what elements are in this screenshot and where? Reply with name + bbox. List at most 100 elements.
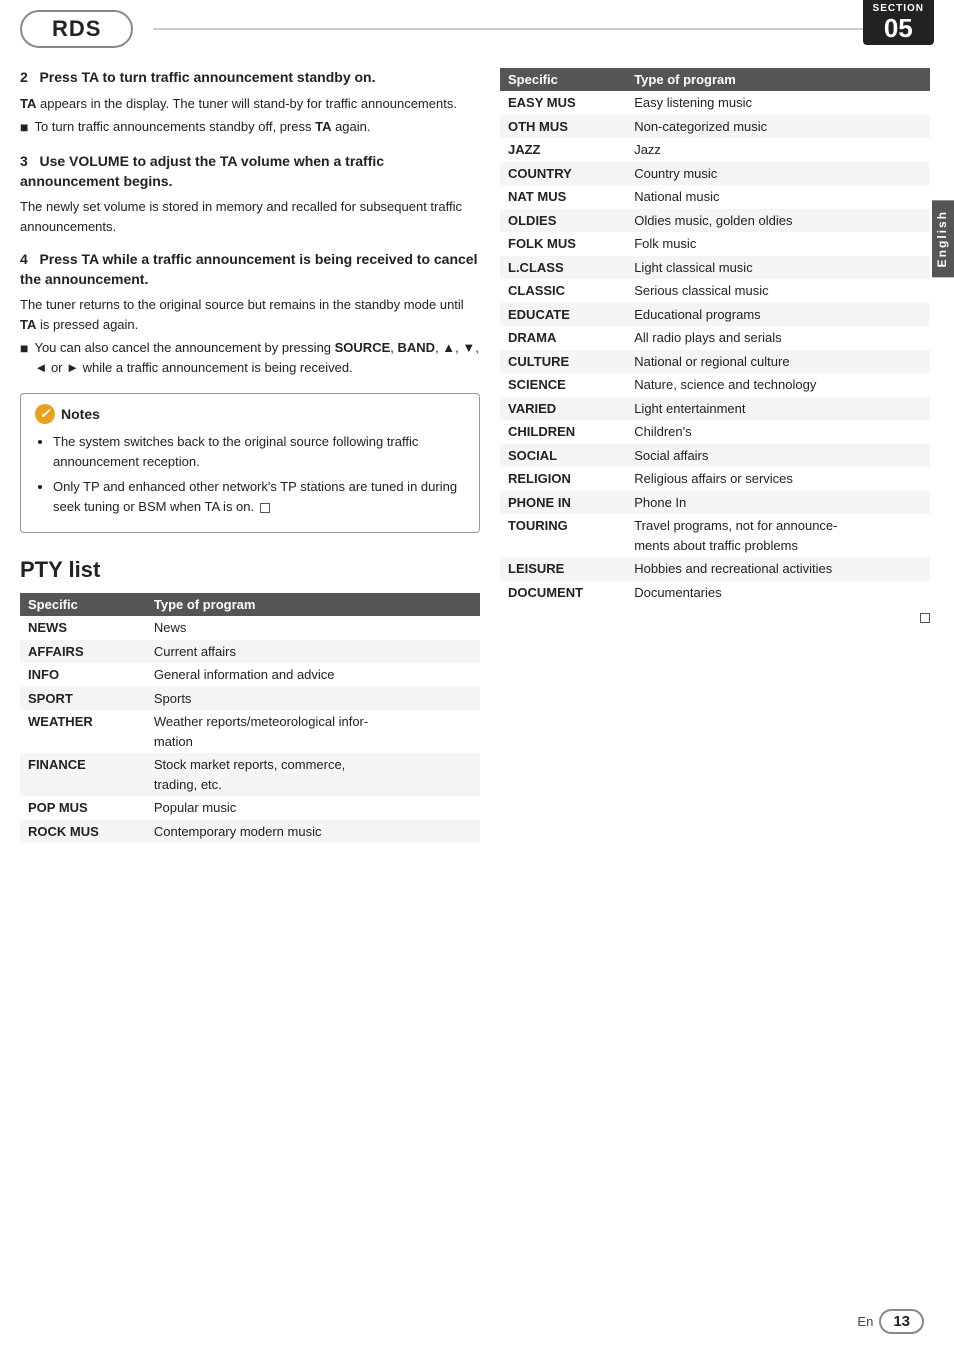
specific: EDUCATE <box>500 303 626 327</box>
specific: PHONE IN <box>500 491 626 515</box>
pty-list-heading: PTY list <box>20 557 480 583</box>
main-content: 2 Press TA to turn traffic announcement … <box>0 48 954 863</box>
type: Educational programs <box>626 303 930 327</box>
step4-heading: 4 Press TA while a traffic announcement … <box>20 250 480 289</box>
table-row: OTH MUSNon-categorized music <box>500 115 930 139</box>
specific: OLDIES <box>500 209 626 233</box>
notes-heading: Notes <box>61 406 100 422</box>
table-row: SCIENCENature, science and technology <box>500 373 930 397</box>
type: Weather reports/meteorological infor-mat… <box>146 710 480 753</box>
language-label: En <box>857 1314 873 1329</box>
type: Stock market reports, commerce,trading, … <box>146 753 480 796</box>
pty-table-1: Specific Type of program NEWSNews AFFAIR… <box>20 593 480 843</box>
table-row: TOURINGTravel programs, not for announce… <box>500 514 930 557</box>
table-row: SOCIALSocial affairs <box>500 444 930 468</box>
table-row: RELIGIONReligious affairs or services <box>500 467 930 491</box>
type: Travel programs, not for announce-ments … <box>626 514 930 557</box>
notes-title: ✓ Notes <box>35 404 465 424</box>
specific: POP MUS <box>20 796 146 820</box>
type: Non-categorized music <box>626 115 930 139</box>
table-row: FOLK MUSFolk music <box>500 232 930 256</box>
step2-bullet: To turn traffic announcements standby of… <box>34 117 370 137</box>
table-row: DRAMAAll radio plays and serials <box>500 326 930 350</box>
left-column: 2 Press TA to turn traffic announcement … <box>20 68 480 843</box>
type: Folk music <box>626 232 930 256</box>
type: Children's <box>626 420 930 444</box>
section-number: 05 <box>873 14 924 43</box>
table-row: OLDIESOldies music, golden oldies <box>500 209 930 233</box>
step4-body: The tuner returns to the original source… <box>20 295 480 377</box>
table-row: VARIEDLight entertainment <box>500 397 930 421</box>
type: Serious classical music <box>626 279 930 303</box>
table-row: CULTURENational or regional culture <box>500 350 930 374</box>
specific: WEATHER <box>20 710 146 753</box>
notes-icon: ✓ <box>35 404 55 424</box>
page-number: 13 <box>879 1309 924 1334</box>
table-row: JAZZJazz <box>500 138 930 162</box>
note-item-2: Only TP and enhanced other network's TP … <box>53 477 465 516</box>
specific: DRAMA <box>500 326 626 350</box>
specific: FINANCE <box>20 753 146 796</box>
type: Light entertainment <box>626 397 930 421</box>
table-row: POP MUSPopular music <box>20 796 480 820</box>
specific: OTH MUS <box>500 115 626 139</box>
type: Contemporary modern music <box>146 820 480 844</box>
page-header: RDS Section 05 <box>0 0 954 48</box>
step2-body: TA appears in the display. The tuner wil… <box>20 94 480 139</box>
table-row: FINANCEStock market reports, commerce,tr… <box>20 753 480 796</box>
pty-table2-header-specific: Specific <box>500 68 626 91</box>
table-row: ROCK MUSContemporary modern music <box>20 820 480 844</box>
step3-heading: 3 Use VOLUME to adjust the TA volume whe… <box>20 152 480 191</box>
step3-body: The newly set volume is stored in memory… <box>20 197 480 236</box>
specific: CLASSIC <box>500 279 626 303</box>
continued-icon <box>920 613 930 623</box>
table-row: INFOGeneral information and advice <box>20 663 480 687</box>
type: National or regional culture <box>626 350 930 374</box>
specific: VARIED <box>500 397 626 421</box>
table-row: PHONE INPhone In <box>500 491 930 515</box>
table-continued-indicator <box>500 610 930 624</box>
specific: COUNTRY <box>500 162 626 186</box>
table-row: CHILDRENChildren's <box>500 420 930 444</box>
specific: JAZZ <box>500 138 626 162</box>
type: Nature, science and technology <box>626 373 930 397</box>
table-row: EASY MUSEasy listening music <box>500 91 930 115</box>
right-column: Specific Type of program EASY MUSEasy li… <box>500 68 930 843</box>
table-row: AFFAIRSCurrent affairs <box>20 640 480 664</box>
table-row: NAT MUSNational music <box>500 185 930 209</box>
pty-table1-header-specific: Specific <box>20 593 146 616</box>
type: General information and advice <box>146 663 480 687</box>
table-row: SPORTSports <box>20 687 480 711</box>
specific: CHILDREN <box>500 420 626 444</box>
note-item-1: The system switches back to the original… <box>53 432 465 471</box>
notes-box: ✓ Notes The system switches back to the … <box>20 393 480 533</box>
type: Easy listening music <box>626 91 930 115</box>
language-sidebar: English <box>932 200 954 277</box>
specific: RELIGION <box>500 467 626 491</box>
type: Country music <box>626 162 930 186</box>
type: Current affairs <box>146 640 480 664</box>
section-badge: Section 05 <box>863 0 934 45</box>
bullet-symbol: ■ <box>20 117 28 138</box>
type: All radio plays and serials <box>626 326 930 350</box>
table-row: EDUCATEEducational programs <box>500 303 930 327</box>
table-row: NEWSNews <box>20 616 480 640</box>
type: Sports <box>146 687 480 711</box>
specific: SCIENCE <box>500 373 626 397</box>
pty-table1-header-type: Type of program <box>146 593 480 616</box>
type: Hobbies and recreational activities <box>626 557 930 581</box>
pty-table2-header-type: Type of program <box>626 68 930 91</box>
notes-list: The system switches back to the original… <box>35 432 465 516</box>
specific: SPORT <box>20 687 146 711</box>
step2-heading: 2 Press TA to turn traffic announcement … <box>20 68 480 88</box>
table-row: L.CLASSLight classical music <box>500 256 930 280</box>
specific: FOLK MUS <box>500 232 626 256</box>
table-row: WEATHERWeather reports/meteorological in… <box>20 710 480 753</box>
specific: NEWS <box>20 616 146 640</box>
specific: SOCIAL <box>500 444 626 468</box>
type: Popular music <box>146 796 480 820</box>
specific: AFFAIRS <box>20 640 146 664</box>
specific: ROCK MUS <box>20 820 146 844</box>
table-row: CLASSICSerious classical music <box>500 279 930 303</box>
specific: DOCUMENT <box>500 581 626 605</box>
